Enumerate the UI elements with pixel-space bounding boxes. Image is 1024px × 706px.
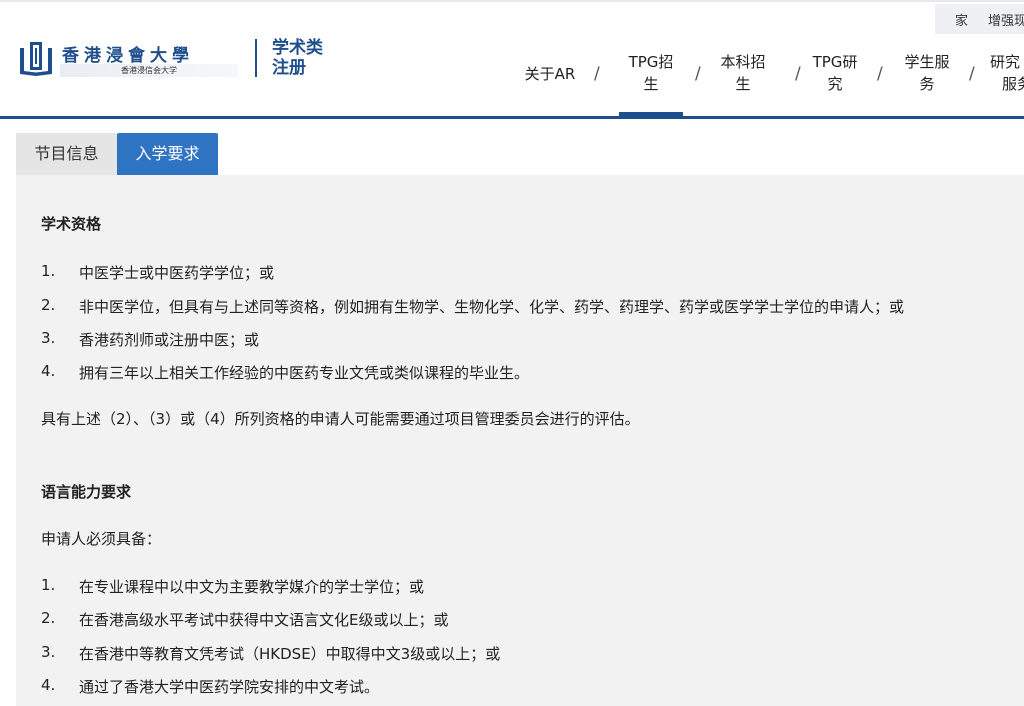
nav-item-label: 服务 [1002,75,1024,93]
list-item-number: 4. [41,676,56,694]
nav-separator: / [594,64,600,84]
list-item: 拥有三年以上相关工作经验的中医药专业文凭或类似课程的毕业生。 [79,364,530,382]
nav-item-label: 务 [919,75,935,93]
language-intro: 申请人必须具备： [41,530,162,548]
academic-note: 具有上述（2）、（3）或（4）所列资格的申请人可能需要通过项目管理委员会进行的评… [41,410,640,428]
requirements-panel: 学术资格 1. 中医学士或中医药学学位；或 2. 非中医学位，但具有与上述同等资… [16,175,1024,706]
list-item: 中医学士或中医药学学位；或 [79,264,275,282]
nav-separator: / [695,64,701,84]
nav-item-label: 本科招 [720,53,766,71]
list-item: 在专业课程中以中文为主要教学媒介的学士学位；或 [79,578,425,596]
tab-admission-requirements[interactable]: 入学要求 [117,133,218,175]
list-item-number: 2. [41,609,56,627]
list-item-number: 4. [41,362,56,380]
header-rule [0,116,1024,119]
nav-item-label: 生 [735,75,751,93]
list-item: 在香港高级水平考试中获得中文语言文化E级或以上；或 [79,611,449,629]
list-item: 通过了香港大学中医药学院安排的中文考试。 [79,678,380,696]
top-border [0,0,1024,2]
nav-item-label: 研究 [990,53,1021,71]
list-item-number: 3. [41,329,56,347]
academic-heading: 学术资格 [41,215,102,233]
nav-item-undergrad-admission[interactable]: 本科招 生 [712,51,774,95]
tab-program-info[interactable]: 节目信息 [16,133,117,175]
nav-item-label: TPG招 [628,53,674,71]
nav-item-label: 究 [827,75,843,93]
list-item: 香港药剂师或注册中医；或 [79,331,260,349]
list-item-number: 3. [41,643,56,661]
nav-item-label: 学生服 [904,53,950,71]
list-item-number: 1. [41,262,56,280]
nav-item-label: 生 [643,75,659,93]
list-item: 非中医学位，但具有与上述同等资格，例如拥有生物学、生物化学、化学、药学、药理学、… [79,298,905,316]
language-heading: 语言能力要求 [41,483,132,501]
nav-separator: / [969,64,975,84]
list-item-number: 2. [41,296,56,314]
nav-item-label: TPG研 [812,53,858,71]
utility-bar: 家 增强现 [935,4,1024,34]
nav-item-tpg-study[interactable]: TPG研 究 [806,51,864,95]
nav-item-research-services[interactable]: 研究 服务 [990,51,1024,95]
list-item: 在香港中等教育文凭考试（HKDSE）中取得中文3级或以上；或 [79,645,501,663]
main-nav: 关于AR / TPG招 生 / 本科招 生 / TPG研 究 / 学生服 务 /… [0,48,1024,117]
nav-item-student-services[interactable]: 学生服 务 [897,51,957,95]
nav-item-about-ar[interactable]: 关于AR [520,63,580,85]
utility-link-home[interactable]: 家 [955,10,968,29]
list-item-number: 1. [41,576,56,594]
nav-item-tpg-admission[interactable]: TPG招 生 [622,51,680,95]
utility-link-enhanced[interactable]: 增强现 [988,10,1024,29]
nav-separator: / [877,64,883,84]
nav-separator: / [795,64,801,84]
nav-item-label: 关于AR [524,65,576,83]
